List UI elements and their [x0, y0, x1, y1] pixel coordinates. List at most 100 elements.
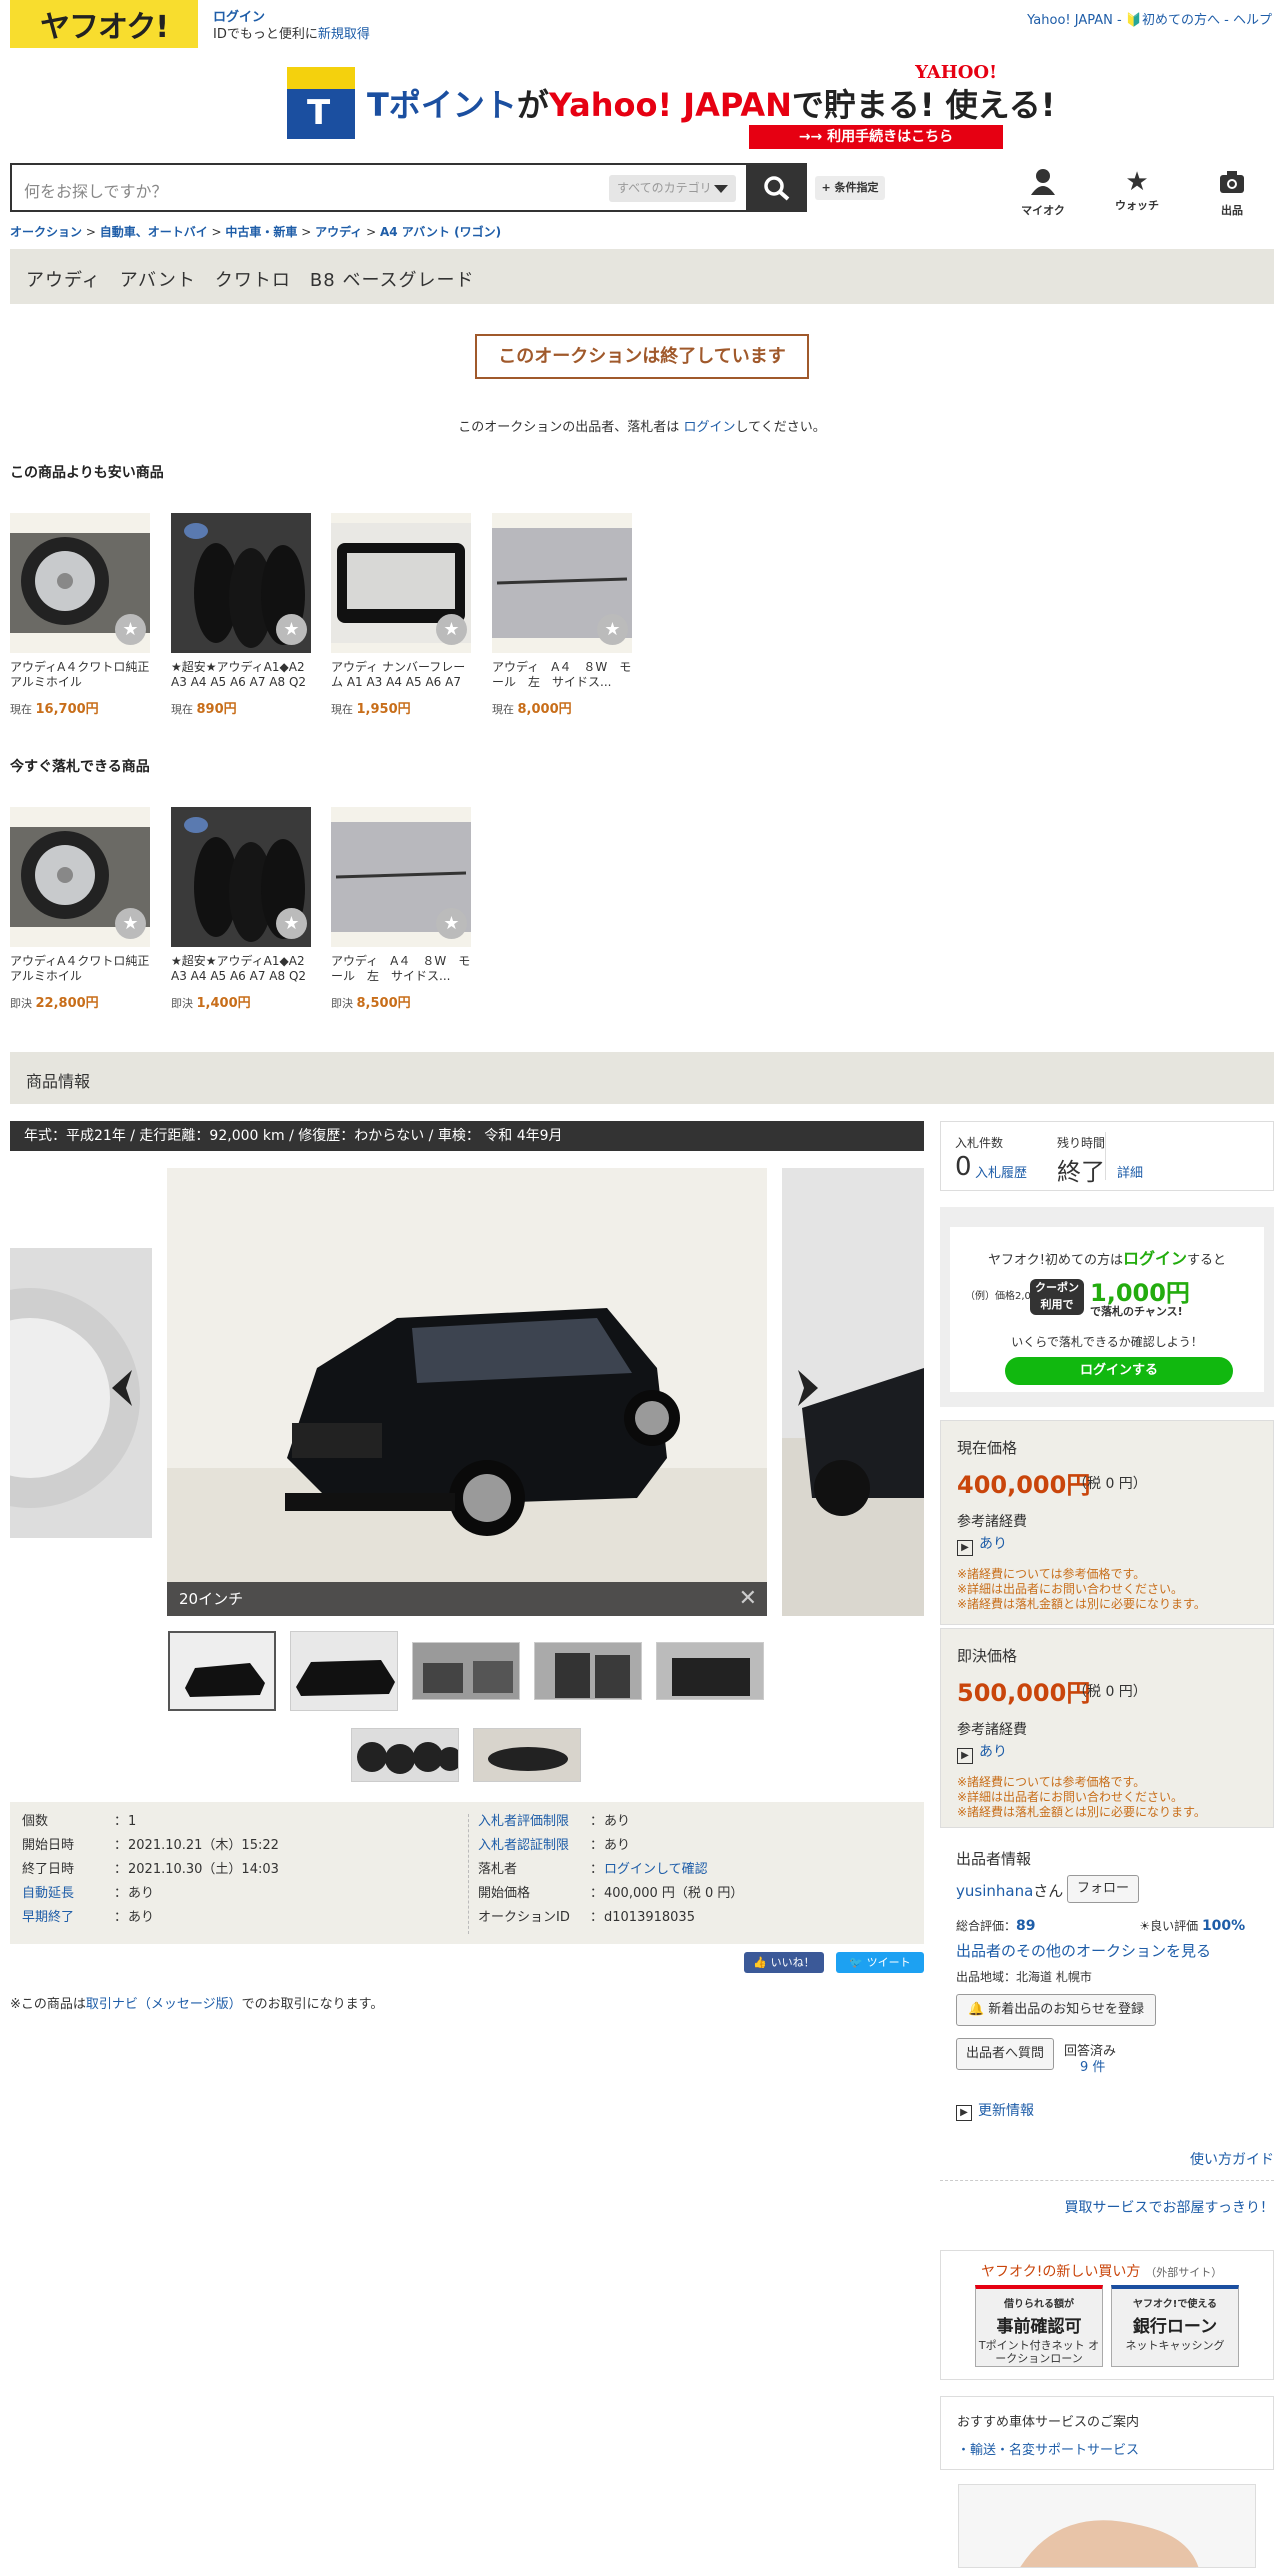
item-price: 現在 890円 — [171, 702, 237, 717]
watch-nav[interactable]: ★ ウォッチ — [1107, 167, 1167, 213]
product-image: ★ — [171, 513, 311, 653]
search-box[interactable]: 何をお探しですか？ すべてのカテゴリ — [10, 163, 746, 212]
watch-star-icon[interactable]: ★ — [597, 614, 628, 645]
promo-login-button[interactable]: ログインする — [1005, 1357, 1233, 1385]
thumbnail[interactable] — [290, 1631, 398, 1711]
breadcrumb-item[interactable]: アウディ — [315, 225, 362, 239]
signup-link[interactable]: 新規取得 — [318, 27, 370, 42]
breadcrumb-item[interactable]: 自動車、オートバイ — [100, 225, 208, 239]
tpoint-banner[interactable]: T TポイントがYahoo! JAPANで貯まる! 使える! YAHOO! →→… — [287, 62, 1055, 152]
login-to-check-link[interactable]: ログインして確認 — [604, 1862, 708, 1877]
thumbnail[interactable] — [168, 1631, 276, 1711]
banner-text: TポイントがYahoo! JAPANで貯まる! 使える! — [367, 86, 1056, 124]
login-link-inline[interactable]: ログイン — [683, 420, 735, 435]
buynow-heading: 今すぐ落札できる商品 — [10, 759, 150, 775]
camera-icon — [1202, 167, 1262, 202]
item-name: アウディ ナンバーフレーム A1 A3 A4 A5 A6 A7 A... — [331, 660, 466, 689]
promo-login-link[interactable]: ログイン — [1123, 1249, 1187, 1268]
trade-navi-link[interactable]: 取引ナビ（メッセージ版） — [86, 1997, 242, 2012]
watch-star-icon[interactable]: ★ — [436, 908, 467, 939]
seller-name-link[interactable]: yusinhana — [956, 1882, 1033, 1900]
main-product-image[interactable] — [167, 1168, 767, 1616]
auction-ended-badge: このオークションは終了しています — [475, 334, 809, 379]
login-block: ログイン IDでもっと便利に新規取得 — [213, 9, 370, 43]
banner-register-button[interactable]: →→ 利用手続きはこちら — [749, 125, 1003, 149]
answered-count-link[interactable]: 9 件 — [1080, 2056, 1105, 2075]
follow-button[interactable]: フォロー — [1067, 1875, 1139, 1903]
coupon-badge: クーポン利用で — [1030, 1279, 1084, 1315]
watch-star-icon[interactable]: ★ — [436, 614, 467, 645]
breadcrumb-item[interactable]: 中古車・新車 — [225, 225, 297, 239]
seller-other-auctions-link[interactable]: 出品者のその他のオークションを見る — [956, 1940, 1211, 1961]
category-select[interactable]: すべてのカテゴリ — [609, 175, 736, 202]
auto-extend-link[interactable]: 自動延長 — [22, 1882, 114, 1906]
thumbnail[interactable] — [534, 1642, 642, 1700]
bid-status-box: 入札件数 0 入札履歴 残り時間 終了 詳細 — [940, 1121, 1274, 1191]
current-price-box: 現在価格 400,000円 （税 0 円） 参考諸経費 ▶ あり ※諸経費について… — [940, 1420, 1274, 1625]
seller-score-link[interactable]: 89 — [1016, 1918, 1035, 1934]
yahuoku-logo[interactable]: ヤフオク! — [10, 0, 198, 48]
watch-star-icon[interactable]: ★ — [276, 908, 307, 939]
title-bar: アウディ アバント クワトロ B8 ベースグレード — [10, 249, 1274, 304]
thumbnail[interactable] — [351, 1728, 459, 1782]
search-input[interactable]: 何をお探しですか？ — [24, 178, 168, 202]
search-button[interactable] — [746, 163, 807, 212]
product-image: ★ — [492, 513, 632, 653]
recommend-service-box: おすすめ車体サービスのご案内 ・輸送・名変サポートサービス — [940, 2396, 1274, 2470]
bid-count: 0 — [955, 1152, 972, 1182]
bidder-auth-limit-link[interactable]: 入札者認証制限 — [478, 1834, 590, 1858]
thumbnail[interactable] — [412, 1642, 520, 1700]
cheaper-heading: この商品よりも安い商品 — [10, 465, 164, 481]
update-info-link[interactable]: ▶ 更新情報 — [956, 2100, 1034, 2121]
user-icon — [1013, 167, 1073, 202]
prev-arrow-icon[interactable] — [108, 1368, 138, 1408]
image-caption: 20インチ ✕ — [167, 1582, 767, 1616]
condition-button[interactable]: + 条件指定 — [815, 176, 885, 200]
early-end-link[interactable]: 早期終了 — [22, 1906, 114, 1930]
breadcrumb-item[interactable]: A4 アバント (ワゴン) — [380, 225, 501, 239]
bidder-rating-limit-link[interactable]: 入札者評価制限 — [478, 1810, 590, 1834]
time-detail-link[interactable]: 詳細 — [1117, 1162, 1143, 1181]
breadcrumb: オークション > 自動車、オートバイ > 中古車・新車 > アウディ > A4 … — [10, 225, 502, 239]
product-image: ★ — [10, 807, 150, 947]
question-button[interactable]: 出品者へ質問 — [956, 2038, 1054, 2070]
item-name: ★超安★アウディA1◆A2 A3 A4 A5 A6 A7 A8 Q2 ... — [171, 660, 307, 689]
facebook-like-button[interactable]: 👍 いいね！ — [744, 1952, 824, 1973]
tpoint-logo: T — [287, 67, 355, 139]
item-name: アウディA４クワトロ純正アルミホイル — [10, 954, 150, 983]
transport-support-link[interactable]: ・輸送・名変サポートサービス — [957, 2439, 1139, 2458]
search-icon — [764, 176, 790, 201]
watch-star-icon[interactable]: ★ — [276, 614, 307, 645]
sell-nav[interactable]: 出品 — [1202, 167, 1262, 218]
usage-guide-link[interactable]: 使い方ガイド — [1190, 2149, 1274, 2169]
expense-link[interactable]: ▶ あり — [957, 1533, 1007, 1556]
breadcrumb-item[interactable]: オークション — [10, 225, 82, 239]
kaitori-link[interactable]: 買取サービスでお部屋すっきり！ — [1065, 2197, 1274, 2217]
top-links[interactable]: Yahoo! JAPAN - 🔰初めての方へ - ヘルプ — [1027, 9, 1272, 28]
bid-history-link[interactable]: 入札履歴 — [975, 1162, 1027, 1181]
watch-star-icon[interactable]: ★ — [115, 908, 146, 939]
next-arrow-icon[interactable] — [792, 1368, 822, 1408]
watch-star-icon[interactable]: ★ — [115, 614, 146, 645]
buyout-price: 500,000円 — [957, 1679, 1091, 1707]
new-listing-notify-button[interactable]: 🔔 新着出品のお知らせを登録 — [956, 1994, 1156, 2026]
product-info-header: 商品情報 — [10, 1052, 1274, 1104]
item-name: アウディA４クワトロ純正アルミホイル — [10, 660, 150, 689]
ad-image[interactable] — [958, 2484, 1256, 2568]
pre-check-loan-button[interactable]: 借りられる額が 事前確認可 Tポイント付きネット オークションローン — [975, 2285, 1103, 2367]
item-name: アウディ A４ ８W モール 左 サイドス... — [331, 954, 471, 983]
close-icon[interactable]: ✕ — [739, 1582, 757, 1616]
bank-loan-button[interactable]: ヤフオク!で使える 銀行ローン ネットキャッシング — [1111, 2285, 1239, 2367]
yahoo-japan-logo: YAHOO! — [915, 62, 997, 83]
tweet-button[interactable]: 🐦 ツイート — [836, 1952, 924, 1973]
detail-row: 入札者評価制限 ：あり — [478, 1810, 630, 1834]
expense-link[interactable]: ▶ あり — [957, 1741, 1007, 1764]
thumbnail[interactable] — [473, 1728, 581, 1782]
myauction-nav[interactable]: マイオク — [1013, 167, 1073, 218]
time-left: 終了 — [1057, 1158, 1105, 1186]
details-table: 個数 ：1 開始日時 ：2021.10.21（木）15:22 終了日時 ：2021.1… — [10, 1802, 924, 1944]
thumbnail[interactable] — [656, 1642, 764, 1700]
login-link[interactable]: ログイン — [213, 9, 370, 26]
first-time-promo: ヤフオク!初めての方はログインすると （例）価格2,000円 クーポン利用で 1… — [940, 1207, 1274, 1407]
item-price: 現在 8,000円 — [492, 702, 572, 717]
